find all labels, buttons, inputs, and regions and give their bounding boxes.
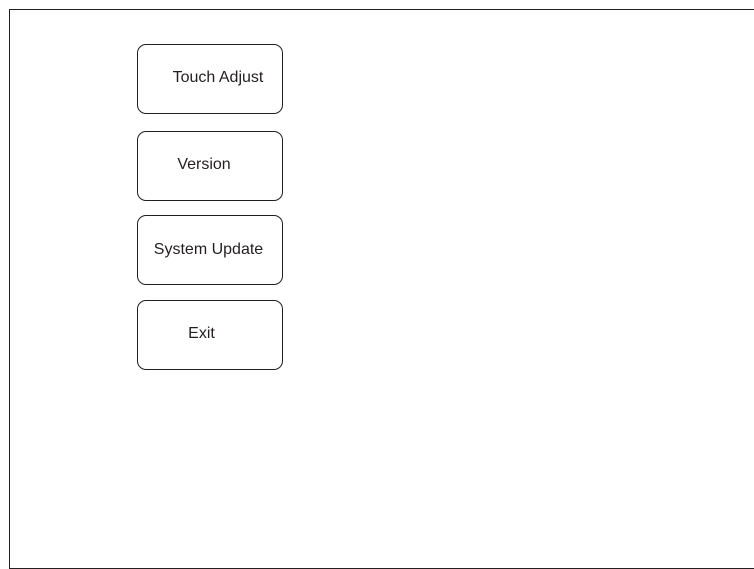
touch-adjust-label: Touch Adjust [172,69,264,86]
touch-adjust-button[interactable]: Touch Adjust [137,44,283,114]
system-update-label: System Update [153,241,264,258]
version-label: Version [177,156,231,173]
version-button[interactable]: Version [137,131,283,201]
exit-label: Exit [188,325,215,342]
device-screen-frame [9,9,754,569]
system-update-button[interactable]: System Update [137,215,283,285]
exit-button[interactable]: Exit [137,300,283,370]
